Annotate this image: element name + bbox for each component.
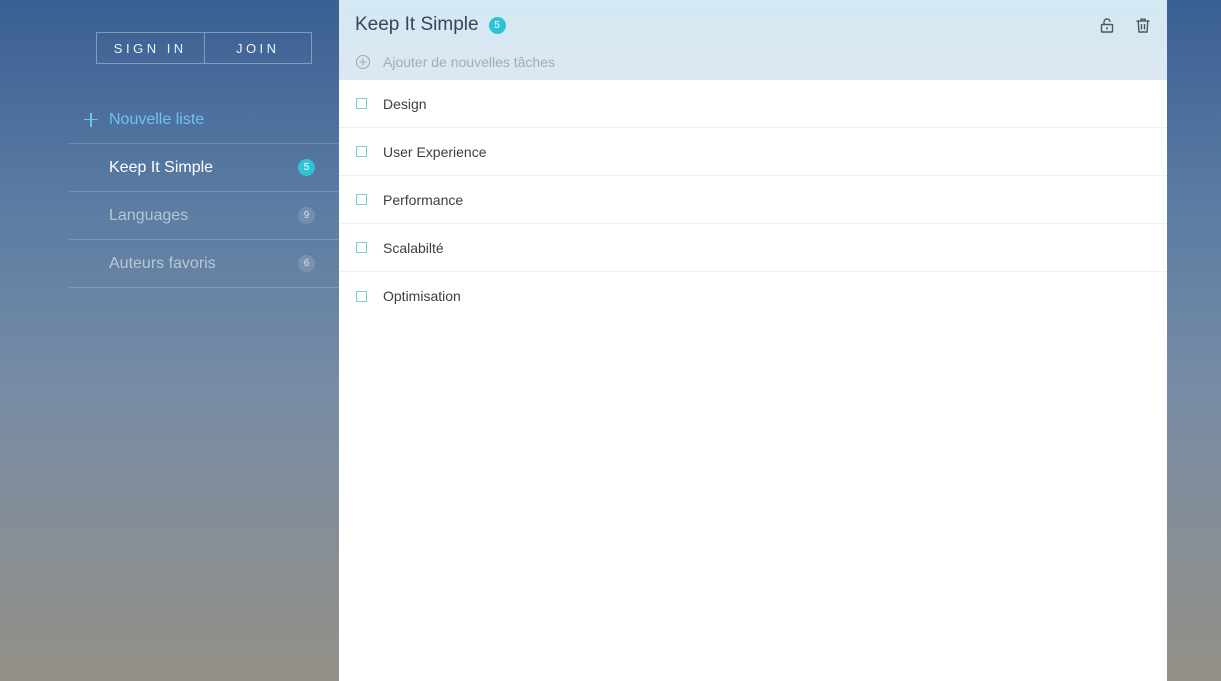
task-item: Optimisation — [339, 272, 1167, 320]
page-title: Keep It Simple — [355, 14, 479, 35]
task-checkbox[interactable] — [356, 290, 367, 302]
sidebar: SIGN IN JOIN Nouvelle liste Keep It Simp… — [0, 0, 339, 681]
add-circle-icon — [355, 54, 371, 70]
sign-in-button[interactable]: SIGN IN — [97, 33, 204, 63]
header-actions — [1097, 15, 1153, 35]
new-list-button[interactable]: Nouvelle liste — [69, 96, 339, 144]
list-name: Languages — [109, 206, 189, 224]
sidebar-item-auteurs-favoris[interactable]: Auteurs favoris 6 — [69, 240, 339, 288]
sidebar-item-languages[interactable]: Languages 9 — [69, 192, 339, 240]
list-count-badge: 6 — [298, 255, 315, 272]
add-task-input[interactable]: Ajouter de nouvelles tâches — [355, 54, 555, 70]
task-item: Scalabilté — [339, 224, 1167, 272]
task-label: Optimisation — [383, 288, 461, 304]
task-panel: Keep It Simple 5 Ajouter de nouvelles tâ… — [339, 0, 1167, 681]
new-list-label: Nouvelle liste — [109, 110, 205, 128]
task-count-badge: 5 — [488, 16, 506, 34]
task-label: Scalabilté — [383, 239, 444, 256]
trash-icon[interactable] — [1133, 15, 1153, 35]
list-navigation: Nouvelle liste Keep It Simple 5 Language… — [69, 96, 339, 288]
task-checkbox[interactable] — [356, 98, 367, 109]
list-name: Auteurs favoris — [109, 254, 216, 272]
plus-icon — [84, 112, 98, 127]
list-count-badge: 5 — [298, 159, 315, 176]
task-item: User Experience — [339, 128, 1167, 176]
task-label: Design — [383, 95, 427, 112]
title-row: Keep It Simple 5 — [355, 14, 506, 36]
list-count-badge: 9 — [298, 207, 315, 224]
task-checkbox[interactable] — [356, 194, 367, 205]
task-label: User Experience — [383, 143, 487, 160]
lock-open-icon[interactable] — [1097, 15, 1117, 35]
add-task-placeholder: Ajouter de nouvelles tâches — [383, 54, 555, 70]
task-list: Design User Experience Performance Scala… — [339, 80, 1167, 320]
task-label: Performance — [383, 191, 464, 208]
list-name: Keep It Simple — [109, 158, 214, 176]
task-item: Performance — [339, 176, 1167, 224]
auth-buttons: SIGN IN JOIN — [96, 32, 312, 64]
sidebar-item-keep-it-simple[interactable]: Keep It Simple 5 — [69, 144, 339, 192]
join-button[interactable]: JOIN — [203, 33, 312, 63]
task-checkbox[interactable] — [356, 146, 367, 157]
task-item: Design — [339, 80, 1167, 128]
task-checkbox[interactable] — [356, 242, 367, 253]
task-panel-header: Keep It Simple 5 Ajouter de nouvelles tâ… — [339, 0, 1167, 80]
